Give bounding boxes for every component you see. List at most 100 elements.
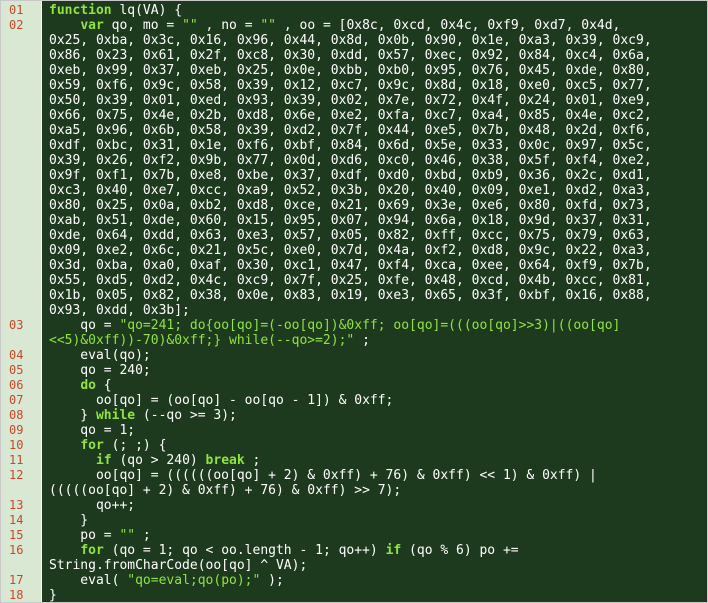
code-segment: (qo = 1; qo < oo.length - 1; qo++) [103,543,386,558]
code-editor: 01 function lq(VA) { 02 var qo, mo = "" … [0,0,708,603]
line-number: 03 [9,318,24,332]
code-line: 02 var qo, mo = "" , no = "" , oo = [0x8… [1,18,707,33]
line-number: 08 [9,408,24,422]
code-line-wrap: 0xa5, 0x96, 0x6b, 0x58, 0x39, 0xd2, 0x7f… [1,123,707,138]
code-text: 0x39, 0x26, 0xf2, 0x9b, 0x77, 0x0d, 0xd6… [49,153,652,168]
line-number: 15 [9,528,24,542]
line-number: 12 [9,468,24,482]
code-text: 0x3d, 0xba, 0xa0, 0xaf, 0x30, 0xc1, 0x47… [49,258,652,273]
code-text: 0xdf, 0xbc, 0x31, 0x1e, 0xf6, 0xbf, 0x84… [49,138,652,153]
code-text: (((((oo[qo] + 2) & 0xff) + 76) & 0xff) >… [49,483,402,498]
code-text: for (; ;) { [49,438,699,453]
line-number: 06 [9,378,24,392]
code-segment: qo = [49,318,120,333]
string-literal: "" [260,18,277,33]
code-text: 0xde, 0x64, 0xdd, 0x63, 0xe3, 0x57, 0x05… [49,228,652,243]
code-text: 0x25, 0xba, 0x3c, 0x16, 0x96, 0x44, 0x8d… [49,33,652,48]
code-line: 09 qo = 1; [1,423,707,438]
code-line: 01 function lq(VA) { [1,3,707,18]
line-number: 14 [9,513,24,527]
code-segment: qo, mo = [103,18,183,33]
code-line: 10 for (; ;) { [1,438,707,453]
string-literal: "" [119,528,136,543]
code-segment: ); [260,573,284,588]
line-number: 11 [9,453,24,467]
code-line-wrap: 0x09, 0xe2, 0x6c, 0x21, 0x5c, 0xe0, 0x7d… [1,243,707,258]
line-number: 17 [9,573,24,587]
code-segment: } [49,408,96,423]
code-text: } [49,513,89,528]
keyword: for [80,543,104,558]
code-text: <<5)&0xff))-70)&0xff;} while(--qo>=2);" … [49,333,699,348]
code-text: 0x86, 0x23, 0x61, 0x2f, 0xc8, 0x30, 0xdd… [49,48,652,63]
code-line: 05 qo = 240; [1,363,707,378]
code-text: if (qo > 240) break ; [49,453,699,468]
line-number: 05 [9,363,24,377]
code-text: eval(qo); [49,348,151,363]
code-text: } [49,588,57,603]
line-number: 01 [9,3,24,17]
keyword: function [49,3,112,18]
code-line-wrap: 0x1b, 0x05, 0x82, 0x38, 0x0e, 0x83, 0x19… [1,288,707,303]
keyword: break [205,453,245,468]
code-text: 0x1b, 0x05, 0x82, 0x38, 0x0e, 0x83, 0x19… [49,288,652,303]
code-line: 13 qo++; [1,498,707,513]
code-text: 0xc3, 0x40, 0xe7, 0xcc, 0xa9, 0x52, 0x3b… [49,183,652,198]
code-text: po = "" ; [49,528,699,543]
code-text: 0x55, 0xd5, 0xd2, 0x4c, 0xc9, 0x7f, 0x25… [49,273,652,288]
code-line: 11 if (qo > 240) break ; [1,453,707,468]
line-number: 18 [9,588,24,602]
code-text: 0xa5, 0x96, 0x6b, 0x58, 0x39, 0xd2, 0x7f… [49,123,652,138]
code-text: var qo, mo = "" , no = "" , oo = [0x8c, … [49,18,699,33]
line-number: 04 [9,348,24,362]
string-literal: "qo=eval;qo(po);" [127,573,261,588]
code-segment: ; [244,453,261,468]
code-text: for (qo = 1; qo < oo.length - 1; qo++) i… [49,543,699,558]
code-line: 12 oo[qo] = ((((((oo[qo] + 2) & 0xff) + … [1,468,707,483]
code-line-wrap: 0xeb, 0x99, 0x37, 0xeb, 0x25, 0x0e, 0xbb… [1,63,707,78]
code-line-wrap: 0x55, 0xd5, 0xd2, 0x4c, 0xc9, 0x7f, 0x25… [1,273,707,288]
code-segment: , no = [197,18,261,33]
code-text: 0xeb, 0x99, 0x37, 0xeb, 0x25, 0x0e, 0xbb… [49,63,652,78]
keyword: var [80,18,104,33]
code-line: 08 } while (--qo >= 3); [1,408,707,423]
code-text: 0x50, 0x39, 0x01, 0xed, 0x93, 0x39, 0x02… [49,93,652,108]
code-segment: , oo = [0x8c, 0xcd, 0x4c, 0xf9, 0xd7, 0x… [276,18,621,33]
code-segment: { [95,378,112,393]
code-text: 0x09, 0xe2, 0x6c, 0x21, 0x5c, 0xe0, 0x7d… [49,243,652,258]
code-segment: (qo % 6) po += [401,543,519,558]
code-line: 03 qo = "qo=241; do{oo[qo]=(-oo[qo])&0xf… [1,318,707,333]
code-line-wrap: 0x50, 0x39, 0x01, 0xed, 0x93, 0x39, 0x02… [1,93,707,108]
code-text: qo++; [49,498,136,513]
code-text: String.fromCharCode(oo[qo] ^ VA); [49,558,308,573]
keyword: while [95,408,136,423]
code-segment: (--qo >= 3); [135,408,237,423]
code-line: 15 po = "" ; [1,528,707,543]
code-line-wrap: (((((oo[qo] + 2) & 0xff) + 76) & 0xff) >… [1,483,707,498]
string-literal: "qo=241; do{oo[qo]=(-oo[qo])&0xff; oo[qo… [119,318,621,333]
code-text: } while (--qo >= 3); [49,408,699,423]
code-line: 17 eval( "qo=eval;qo(po);" ); [1,573,707,588]
code-line-wrap: 0x86, 0x23, 0x61, 0x2f, 0xc8, 0x30, 0xdd… [1,48,707,63]
code-line-wrap: 0x66, 0x75, 0x4e, 0x2b, 0xd8, 0x6e, 0xe2… [1,108,707,123]
code-text: 0x80, 0x25, 0x0a, 0xb2, 0xd8, 0xce, 0x21… [49,198,652,213]
code-text: qo = "qo=241; do{oo[qo]=(-oo[qo])&0xff; … [49,318,699,333]
code-text: 0x59, 0xf6, 0x9c, 0x58, 0x39, 0x12, 0xc7… [49,78,652,93]
line-number: 02 [9,18,24,32]
code-line: 04 eval(qo); [1,348,707,363]
code-segment: ; [135,528,151,543]
code-line-wrap: 0xdf, 0xbc, 0x31, 0x1e, 0xf6, 0xbf, 0x84… [1,138,707,153]
code-segment: po = [49,528,120,543]
code-line: 18 } [1,588,707,603]
code-line-wrap: 0xde, 0x64, 0xdd, 0x63, 0xe3, 0x57, 0x05… [1,228,707,243]
code-text: 0x93, 0xdd, 0x3b]; [49,303,190,318]
code-text: qo = 240; [49,363,151,378]
code-text: 0x66, 0x75, 0x4e, 0x2b, 0xd8, 0x6e, 0xe2… [49,108,652,123]
code-line-wrap: 0x3d, 0xba, 0xa0, 0xaf, 0x30, 0xc1, 0x47… [1,258,707,273]
code-text: 0x9f, 0xf1, 0x7b, 0xe8, 0xbe, 0x37, 0xdf… [49,168,652,183]
code-line-wrap: 0x9f, 0xf1, 0x7b, 0xe8, 0xbe, 0x37, 0xdf… [1,168,707,183]
code-text: qo = 1; [49,423,136,438]
code-segment: (; ;) { [103,438,167,453]
